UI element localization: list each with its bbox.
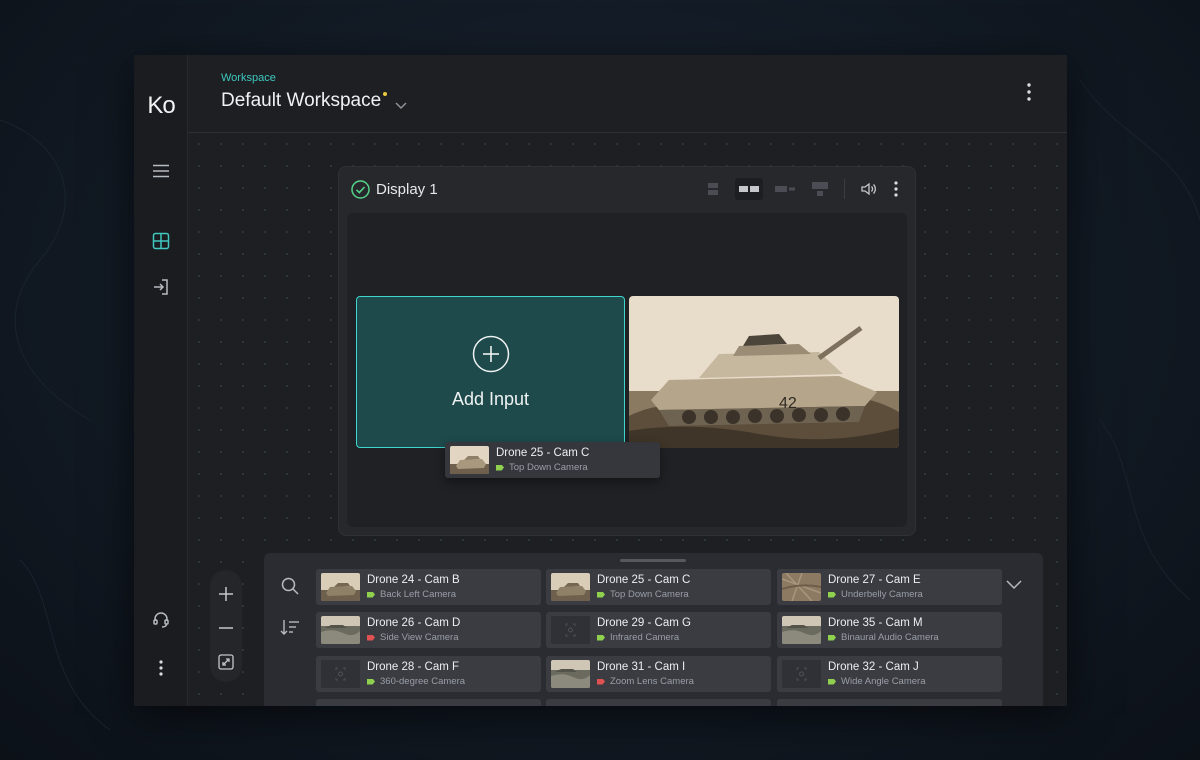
tray-resize-handle[interactable] <box>620 559 686 562</box>
check-circle-icon <box>351 180 370 204</box>
camera-card[interactable]: Drone 29 - Cam G Infrared Camera <box>546 612 771 648</box>
layout-side-by-side-icon[interactable] <box>735 178 763 200</box>
video-feed-tank[interactable]: 42 <box>629 296 899 448</box>
app-window: Ko Workspace Default Workspace Display 1… <box>134 55 1067 706</box>
workspace-label: Workspace <box>221 72 276 84</box>
camera-card-partial <box>316 699 541 706</box>
camera-type: Binaural Audio Camera <box>841 632 939 643</box>
camera-thumbnail <box>782 660 821 688</box>
camera-card[interactable]: Drone 25 - Cam C Top Down Camera <box>546 569 771 605</box>
status-tag-icon <box>597 591 605 598</box>
camera-type: Wide Angle Camera <box>841 676 926 687</box>
sort-icon[interactable] <box>278 615 302 639</box>
chevron-down-icon[interactable] <box>395 94 407 116</box>
app-logo: Ko <box>147 92 175 119</box>
camera-card[interactable]: Drone 28 - Cam F 360-degree Camera <box>316 656 541 692</box>
camera-card[interactable]: Drone 26 - Cam D Side View Camera <box>316 612 541 648</box>
camera-thumbnail <box>321 660 360 688</box>
camera-card[interactable]: Drone 24 - Cam B Back Left Camera <box>316 569 541 605</box>
add-input-slot[interactable]: Add Input <box>356 296 625 448</box>
camera-card-partial <box>777 699 1002 706</box>
status-tag-icon <box>367 591 375 598</box>
camera-name: Drone 31 - Cam I <box>597 661 686 673</box>
camera-type: Top Down Camera <box>610 589 689 600</box>
camera-thumbnail <box>782 573 821 601</box>
workspace-canvas[interactable]: Display 1 Add Input 42 Drone 25 - Cam C … <box>188 133 1067 706</box>
status-tag-icon <box>828 634 836 641</box>
camera-type: Top Down Camera <box>509 462 588 473</box>
camera-name: Drone 26 - Cam D <box>367 617 461 629</box>
status-tag-icon <box>597 634 605 641</box>
camera-card[interactable]: Drone 32 - Cam J Wide Angle Camera <box>777 656 1002 692</box>
kebab-icon[interactable] <box>1027 83 1031 106</box>
hamburger-menu-icon[interactable] <box>149 159 173 183</box>
camera-name: Drone 24 - Cam B <box>367 574 460 586</box>
search-icon[interactable] <box>278 574 302 598</box>
workspace-header: Workspace Default Workspace <box>188 55 1067 133</box>
camera-name: Drone 28 - Cam F <box>367 661 460 673</box>
camera-thumbnail <box>450 446 489 474</box>
headset-icon[interactable] <box>149 608 173 632</box>
camera-tray: Drone 24 - Cam B Back Left Camera Drone … <box>264 553 1043 706</box>
camera-type: 360-degree Camera <box>380 676 466 687</box>
toolbar-divider <box>844 179 845 199</box>
sign-in-icon[interactable] <box>149 275 173 299</box>
status-tag-icon <box>367 678 375 685</box>
zoom-controls <box>210 570 242 682</box>
display-title: Display 1 <box>376 181 438 198</box>
camera-type: Side View Camera <box>380 632 459 643</box>
unsaved-indicator <box>383 92 388 96</box>
camera-thumbnail <box>551 616 590 644</box>
camera-name: Drone 25 - Cam C <box>597 574 691 586</box>
plus-circle-icon[interactable] <box>472 335 510 378</box>
camera-thumbnail <box>551 573 590 601</box>
camera-name: Drone 32 - Cam J <box>828 661 919 673</box>
workspace-title: Default Workspace <box>221 90 382 111</box>
vehicle-marking: 42 <box>779 395 797 412</box>
camera-card-partial <box>546 699 771 706</box>
camera-name: Drone 27 - Cam E <box>828 574 921 586</box>
zoom-in-icon[interactable] <box>214 582 238 606</box>
layout-stacked-icon[interactable] <box>699 178 727 200</box>
fit-screen-icon[interactable] <box>214 650 238 674</box>
camera-type: Infrared Camera <box>610 632 680 643</box>
camera-thumbnail <box>321 616 360 644</box>
dragging-camera-card[interactable]: Drone 25 - Cam C Top Down Camera <box>445 442 660 478</box>
status-tag-icon <box>828 678 836 685</box>
status-tag-icon <box>496 464 504 471</box>
camera-name: Drone 29 - Cam G <box>597 617 691 629</box>
camera-type: Back Left Camera <box>380 589 457 600</box>
camera-card[interactable]: Drone 31 - Cam I Zoom Lens Camera <box>546 656 771 692</box>
camera-thumbnail <box>321 573 360 601</box>
camera-thumbnail <box>782 616 821 644</box>
display-header: Display 1 <box>339 167 915 211</box>
zoom-out-icon[interactable] <box>214 616 238 640</box>
camera-card[interactable]: Drone 27 - Cam E Underbelly Camera <box>777 569 1002 605</box>
sidebar: Ko <box>134 55 188 706</box>
camera-name: Drone 35 - Cam M <box>828 617 923 629</box>
camera-card[interactable]: Drone 35 - Cam M Binaural Audio Camera <box>777 612 1002 648</box>
camera-name: Drone 25 - Cam C <box>496 447 590 459</box>
chevron-down-icon[interactable] <box>1006 577 1022 595</box>
kebab-icon[interactable] <box>882 178 910 200</box>
grid-layout-icon[interactable] <box>149 229 173 253</box>
camera-type: Zoom Lens Camera <box>610 676 694 687</box>
status-tag-icon <box>828 591 836 598</box>
speaker-icon[interactable] <box>854 178 882 200</box>
kebab-icon[interactable] <box>149 656 173 680</box>
display-viewport: Add Input 42 Drone 25 - Cam C Top Down C… <box>347 213 907 527</box>
camera-thumbnail <box>551 660 590 688</box>
status-tag-icon <box>367 634 375 641</box>
camera-type: Underbelly Camera <box>841 589 923 600</box>
status-tag-icon <box>597 678 605 685</box>
workspace-selector[interactable]: Default Workspace <box>221 90 407 116</box>
layout-wide-icon[interactable] <box>771 178 799 200</box>
display-panel: Display 1 Add Input 42 Drone 25 - Cam C … <box>338 166 916 536</box>
add-input-label: Add Input <box>451 389 530 409</box>
layout-top-icon[interactable] <box>806 178 834 200</box>
